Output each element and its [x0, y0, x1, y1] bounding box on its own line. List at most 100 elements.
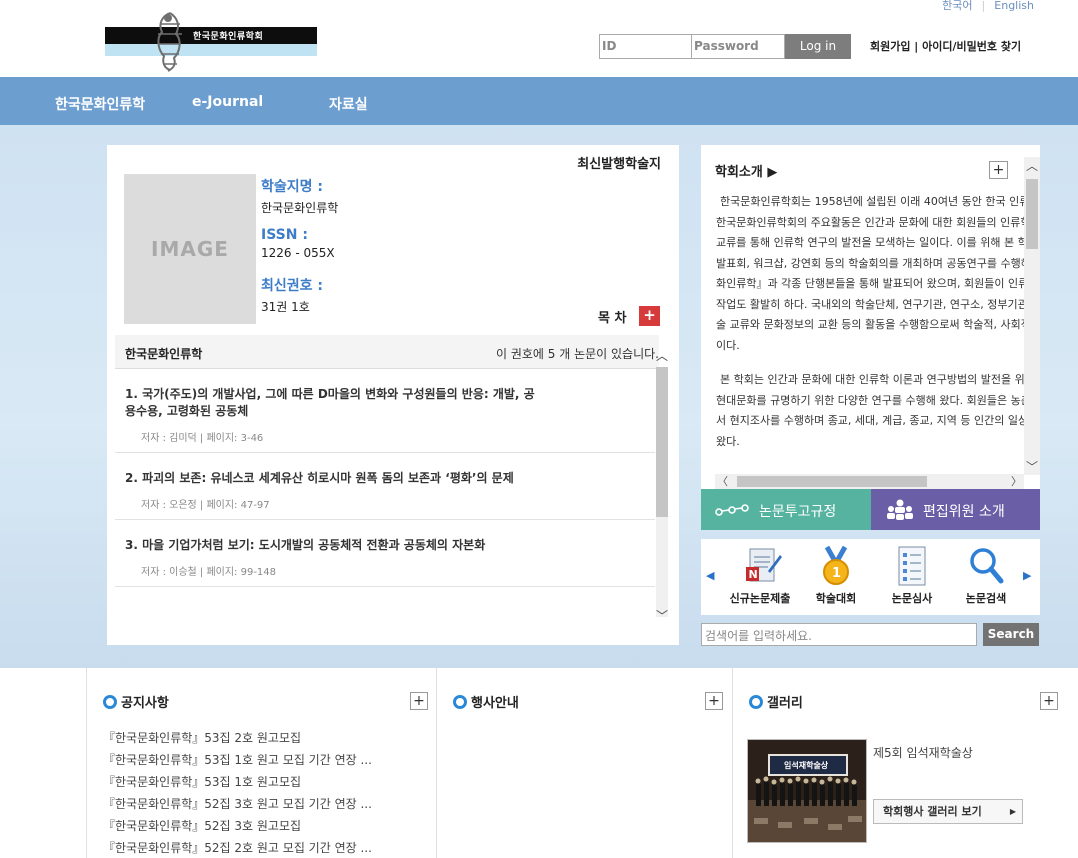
- search-button[interactable]: Search: [983, 623, 1039, 646]
- intro-title[interactable]: 학회소개 ▶: [715, 161, 777, 180]
- intro-vertical-scrollbar[interactable]: ︿ ﹀: [1024, 157, 1040, 475]
- logo-text: 한국문화인류학회: [193, 32, 264, 42]
- svg-text:1: 1: [832, 566, 841, 581]
- scroll-down-icon[interactable]: ﹀: [655, 607, 669, 624]
- editors-label: 편집위원 소개: [923, 504, 1005, 520]
- notice-title[interactable]: 공지사항: [103, 692, 169, 711]
- intro-horizontal-scrollbar[interactable]: 〈 〉: [715, 474, 1024, 489]
- tiger-logo-icon: [157, 12, 182, 72]
- list-item[interactable]: 1. 국가(주도)의 개발사업, 그에 따른 D마을의 변화와 구성원들의 반응…: [115, 369, 655, 453]
- latest-journal-panel: 최신발행학술지 IMAGE 학술지명 : 한국문화인류학 ISSN : 1226…: [107, 145, 679, 645]
- member-links[interactable]: 회원가입 | 아이디/비밀번호 찾기: [870, 38, 1021, 54]
- intro-more-icon[interactable]: +: [989, 161, 1008, 179]
- search-input[interactable]: 검색어를 입력하세요.: [701, 623, 977, 646]
- papers-list-title: 한국문화인류학: [125, 347, 203, 361]
- login-form: ID Password Log in: [599, 34, 851, 59]
- gallery-thumbnail[interactable]: 임석재학술상: [747, 739, 867, 843]
- nav-item-anthropology[interactable]: 한국문화인류학: [55, 94, 145, 114]
- papers-header: 한국문화인류학 이 권호에 5 개 논문이 있습니다.: [115, 335, 659, 369]
- quick-conference-label: 학술대회: [815, 592, 857, 605]
- notice-item[interactable]: 『한국문화인류학』53집 2호 원고모집: [103, 727, 372, 749]
- editors-button[interactable]: 편집위원 소개: [871, 489, 1040, 530]
- gallery-caption[interactable]: 제5회 임석재학술상: [873, 744, 973, 761]
- events-board: 행사안내 +: [436, 668, 732, 858]
- notice-item[interactable]: 『한국문화인류학』52집 3호 원고 모집 기간 연장 ...: [103, 793, 372, 815]
- site-header: 한국문화인류학회 한국어 | English ID Password Log in …: [0, 0, 1078, 77]
- nav-item-archive[interactable]: 자료실: [329, 94, 368, 114]
- circle-bullet-icon: [749, 695, 763, 709]
- gallery-title[interactable]: 갤러리: [749, 692, 803, 711]
- toc-plus-icon[interactable]: +: [639, 306, 660, 326]
- gallery-view-label: 학회행사 갤러리 보기: [883, 805, 982, 818]
- quick-prev-icon[interactable]: ◀: [706, 569, 714, 582]
- journal-cover-image: IMAGE: [124, 174, 256, 324]
- papers-scrollbar[interactable]: ︿ ﹀: [655, 345, 669, 635]
- password-field[interactable]: Password: [692, 34, 785, 59]
- quick-paper-search-label: 논문검색: [965, 592, 1007, 605]
- medal-icon: 1: [823, 545, 849, 585]
- quick-new-submission-label: 신규논문제출: [729, 592, 791, 605]
- journal-issn-value: 1226 - 055X: [261, 246, 335, 260]
- scroll-right-icon[interactable]: 〉: [1011, 473, 1022, 489]
- quick-paper-search[interactable]: 논문검색: [951, 545, 1021, 606]
- logo-band-bottom: [105, 44, 317, 56]
- main-nav: 한국문화인류학 e-Journal 자료실: [0, 77, 1078, 125]
- gallery-view-button[interactable]: 학회행사 갤러리 보기 ▶: [873, 799, 1023, 824]
- notice-board: 공지사항 + 『한국문화인류학』53집 2호 원고모집 『한국문화인류학』53집…: [86, 668, 436, 858]
- paper-title[interactable]: 1. 국가(주도)의 개발사업, 그에 따른 D마을의 변화와 구성원들의 반응…: [125, 386, 545, 420]
- paper-title[interactable]: 2. 파괴의 보존: 유네스코 세계유산 히로시마 원폭 돔의 보존과 ‘평화’…: [125, 470, 545, 487]
- gallery-more-icon[interactable]: +: [1040, 692, 1058, 710]
- paper-author: 저자 : 이승철 | 페이지: 99-148: [141, 567, 277, 578]
- scroll-down-icon[interactable]: ﹀: [1024, 458, 1040, 475]
- lang-korean-link[interactable]: 한국어: [942, 0, 972, 12]
- quick-conference[interactable]: 1 학술대회: [801, 545, 871, 606]
- nav-item-ejournal[interactable]: e-Journal: [192, 94, 263, 110]
- notice-more-icon[interactable]: +: [410, 692, 428, 710]
- caret-right-icon: ▶: [1009, 807, 1016, 816]
- journal-name-label: 학술지명 :: [261, 179, 323, 195]
- gallery-banner-text: 임석재학술상: [784, 761, 829, 770]
- notice-item[interactable]: 『한국문화인류학』53집 1호 원고모집: [103, 771, 372, 793]
- play-arrow-icon: ▶: [767, 165, 778, 180]
- journal-name-value: 한국문화인류학: [261, 201, 339, 215]
- notice-item[interactable]: 『한국문화인류학』52집 3호 원고모집: [103, 815, 372, 837]
- journal-issn-block: ISSN : 1226 - 055X: [261, 227, 335, 260]
- events-more-icon[interactable]: +: [705, 692, 723, 710]
- magnifier-icon: [970, 548, 1004, 584]
- events-title[interactable]: 행사안내: [453, 692, 519, 711]
- scroll-up-icon[interactable]: ︿: [655, 347, 669, 364]
- intro-text: 한국문화인류학회는 1958년에 설립된 이래 40여년 동안 한국 인류학계의…: [716, 192, 1024, 472]
- journal-issue-label: 최신권호 :: [261, 278, 323, 294]
- scroll-left-icon[interactable]: 〈: [717, 473, 728, 489]
- journal-name-block: 학술지명 : 한국문화인류학: [261, 176, 338, 216]
- people-group-icon: [887, 499, 913, 520]
- id-field[interactable]: ID: [599, 34, 692, 59]
- list-item[interactable]: 2. 파괴의 보존: 유네스코 세계유산 히로시마 원폭 돔의 보존과 ‘평화’…: [115, 453, 655, 520]
- scroll-thumb[interactable]: [1026, 179, 1038, 249]
- scroll-thumb[interactable]: [737, 476, 927, 487]
- paper-author: 저자 : 오은정 | 페이지: 47-97: [141, 500, 270, 511]
- checklist-icon: [898, 546, 926, 586]
- quick-new-submission[interactable]: N 신규논문제출: [725, 545, 795, 606]
- notice-item[interactable]: 『한국문화인류학』53집 1호 원고 모집 기간 연장 ...: [103, 749, 372, 771]
- lang-english-link[interactable]: English: [994, 0, 1034, 12]
- notice-list: 『한국문화인류학』53집 2호 원고모집 『한국문화인류학』53집 1호 원고 …: [103, 727, 372, 858]
- papers-count: 이 권호에 5 개 논문이 있습니다.: [495, 347, 659, 361]
- gallery-board: 갤러리 + 임석재학술상 제5회 임석재학술상 학회행사 갤러리 보기 ▶: [732, 668, 1078, 858]
- site-logo[interactable]: 한국문화인류학회: [105, 10, 317, 72]
- list-item[interactable]: 3. 마을 기업가처럼 보기: 도시개발의 공동체적 전환과 공동체의 자본화 …: [115, 520, 655, 587]
- circle-bullet-icon: [453, 695, 467, 709]
- intro-paragraph-2: 본 학회는 인간과 문화에 대한 인류학 이론과 연구방법의 발전을 위해 노력…: [716, 373, 1024, 448]
- quick-next-icon[interactable]: ▶: [1023, 569, 1031, 582]
- circle-bullet-icon: [103, 695, 117, 709]
- scroll-thumb[interactable]: [656, 367, 668, 517]
- toc-label[interactable]: 목 차: [598, 307, 626, 326]
- scroll-up-icon[interactable]: ︿: [1024, 157, 1040, 174]
- submission-rules-button[interactable]: 논문투고규정: [701, 489, 871, 530]
- login-button[interactable]: Log in: [785, 34, 851, 59]
- paper-title[interactable]: 3. 마을 기업가처럼 보기: 도시개발의 공동체적 전환과 공동체의 자본화: [125, 537, 545, 554]
- quick-review-label: 논문심사: [891, 592, 933, 605]
- journal-issue-value: 31권 1호: [261, 300, 310, 314]
- notice-item[interactable]: 『한국문화인류학』52집 2호 원고 모집 기간 연장 ...: [103, 837, 372, 858]
- quick-review[interactable]: 논문심사: [877, 545, 947, 606]
